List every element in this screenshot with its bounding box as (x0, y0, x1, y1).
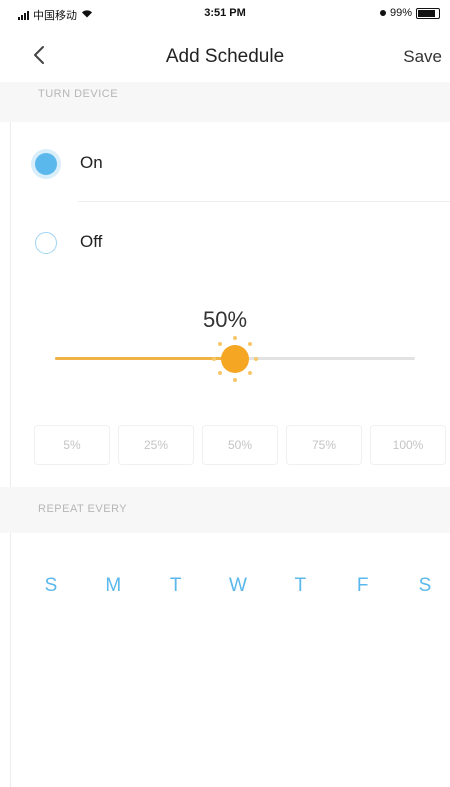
day-thursday[interactable]: T (287, 575, 313, 597)
brightness-slider-thumb[interactable] (221, 344, 249, 373)
save-button[interactable]: Save (403, 47, 442, 67)
nav-bar: Add Schedule Save (0, 26, 450, 82)
preset-75[interactable]: 75% (286, 425, 362, 465)
brightness-value: 50% (202, 307, 248, 332)
option-on-label: On (80, 153, 103, 172)
status-bar: 中国移动 3:51 PM 99% (0, 0, 450, 26)
turn-device-header: TURN DEVICE (0, 82, 450, 122)
brightness-presets: 5% 25% 50% 75% 100% (34, 425, 446, 465)
sun-ray-icon (218, 341, 223, 346)
sun-ray-icon (247, 341, 252, 346)
alarm-icon (379, 10, 386, 16)
sun-ray-icon (247, 371, 252, 376)
status-right: 99% (379, 7, 440, 19)
radio-on[interactable] (35, 153, 57, 175)
day-wednesday[interactable]: W (225, 575, 251, 597)
preset-50[interactable]: 50% (202, 425, 278, 465)
preset-100[interactable]: 100% (370, 425, 446, 465)
option-divider (78, 201, 450, 202)
day-saturday[interactable]: S (412, 575, 438, 597)
day-tuesday[interactable]: T (163, 575, 189, 597)
day-sunday[interactable]: S (38, 575, 64, 597)
preset-5[interactable]: 5% (34, 425, 110, 465)
radio-off[interactable] (35, 232, 57, 254)
option-off[interactable]: Off (0, 203, 450, 281)
page-title: Add Schedule (165, 46, 285, 67)
day-friday[interactable]: F (350, 575, 376, 597)
repeat-header: REPEAT EVERY (0, 487, 450, 533)
sun-ray-icon (254, 356, 258, 361)
brightness-slider-fill (55, 357, 235, 360)
battery-icon (416, 7, 440, 19)
sun-ray-icon (233, 377, 237, 382)
day-monday[interactable]: M (100, 575, 126, 597)
battery-percent: 99% (389, 7, 412, 19)
day-selector: S M T W T F S (38, 575, 438, 597)
turn-device-header-label: TURN DEVICE (38, 88, 119, 100)
repeat-header-label: REPEAT EVERY (38, 503, 128, 515)
sun-ray-icon (218, 371, 223, 376)
option-on[interactable]: On (0, 124, 450, 202)
sun-ray-icon (212, 356, 216, 361)
option-off-label: Off (80, 232, 103, 251)
sun-ray-icon (233, 335, 237, 340)
preset-25[interactable]: 25% (118, 425, 194, 465)
